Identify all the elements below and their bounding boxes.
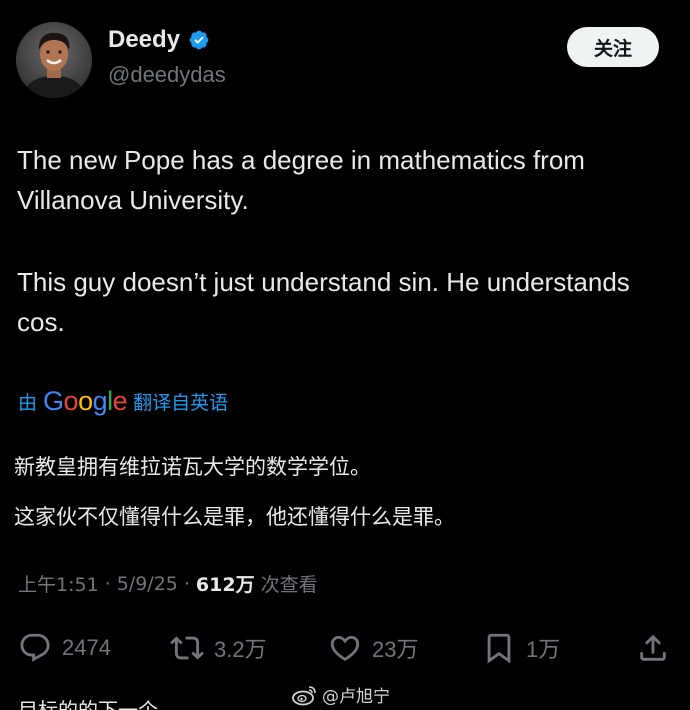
repost-count: 3.2万 [214, 637, 267, 662]
share-icon [640, 634, 666, 661]
weibo-logo-icon [292, 685, 316, 705]
reply-icon [20, 633, 50, 662]
tweet-page: Deedy @deedydas 关注 The new Pope has a de… [0, 0, 690, 710]
tweet-time[interactable]: 上午1:51 [18, 570, 99, 597]
translated-text: 新教皇拥有维拉诺瓦大学的数学学位。 这家伙不仅懂得什么是罪，他还懂得什么是罪。 [14, 442, 674, 542]
author-display-name[interactable]: Deedy [108, 28, 180, 52]
meta-separator: · [104, 572, 111, 595]
tweet-meta: 上午1:51 · 5/9/25 · 612万 次查看 [18, 570, 318, 597]
reply-count: 2474 [62, 635, 111, 660]
reply-button[interactable]: 2474 [18, 628, 111, 668]
views-label: 次查看 [260, 574, 318, 596]
translation-attribution[interactable]: 由 Google 翻译自英语 [18, 388, 228, 415]
author-avatar[interactable] [16, 22, 92, 98]
tweet-paragraph-2: This guy doesn’t just understand sin. He… [17, 267, 630, 337]
like-button[interactable]: 23万 [328, 628, 418, 668]
author-handle[interactable]: @deedydas [108, 64, 226, 86]
tweet-paragraph-1: The new Pope has a degree in mathematics… [17, 145, 585, 215]
bookmark-button[interactable]: 1万 [482, 628, 560, 668]
share-button[interactable] [636, 628, 670, 668]
heart-icon [330, 635, 360, 661]
like-count: 23万 [372, 637, 419, 662]
tweet-date[interactable]: 5/9/25 [117, 573, 178, 595]
translation-prefix: 由 [18, 392, 38, 414]
bookmark-count: 1万 [526, 637, 561, 662]
google-logo: Google [43, 386, 128, 416]
verified-badge-icon [188, 29, 210, 51]
next-section-text: 目标的的下一个 [18, 698, 158, 710]
tweet-text: The new Pope has a degree in mathematics… [17, 140, 677, 384]
repost-icon [170, 636, 204, 660]
bookmark-icon [487, 633, 511, 664]
watermark-text: @卢旭宁 [322, 687, 390, 707]
author-name-row: Deedy [108, 28, 210, 52]
avatar-photo [16, 22, 92, 98]
weibo-watermark: @卢旭宁 [292, 682, 390, 707]
translation-suffix: 翻译自英语 [133, 392, 229, 414]
follow-button[interactable]: 关注 [567, 27, 659, 67]
views-count: 612万 [195, 574, 255, 596]
translated-line-2: 这家伙不仅懂得什么是罪，他还懂得什么是罪。 [14, 505, 455, 529]
repost-button[interactable]: 3.2万 [170, 628, 267, 668]
meta-separator: · [183, 572, 190, 595]
action-bar: 2474 3.2万 23万 1万 [18, 628, 672, 668]
translated-line-1: 新教皇拥有维拉诺瓦大学的数学学位。 [14, 455, 371, 479]
